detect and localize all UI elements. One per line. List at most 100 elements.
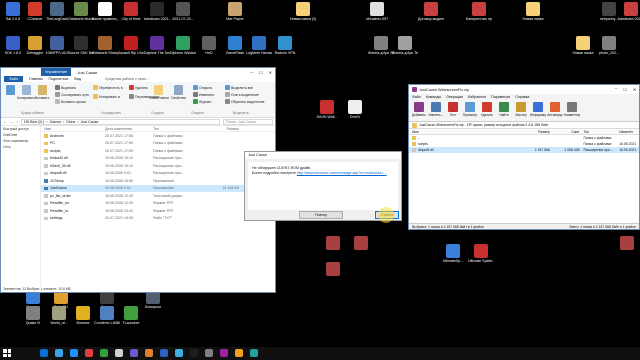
col-name[interactable]: Имя xyxy=(41,127,105,131)
desktop-icon-top-6[interactable]: bandicam 2021-06-... xyxy=(144,2,170,21)
desktop-icon-misc-rar2[interactable] xyxy=(348,236,374,251)
desktop-icon-top-11[interactable]: Договор выделенн... xyxy=(418,2,444,21)
maximize-icon[interactable]: ☐ xyxy=(259,70,263,75)
desktop-icon-top-12[interactable]: Банкротство правила... xyxy=(466,2,492,21)
wcol-type[interactable]: Тип xyxy=(580,130,620,134)
desktop-icon-second-8[interactable]: HeD xyxy=(196,36,222,55)
search-input[interactable]: Поиск: Just Cause xyxy=(223,118,273,125)
start-button[interactable] xyxy=(3,349,11,357)
file-row[interactable]: scripts 25.07.2021 17:59 Папка с файлами xyxy=(41,147,275,155)
col-size[interactable]: Размер xyxy=(209,127,239,131)
desktop-icon-second-9[interactable]: GameFlash xyxy=(222,36,248,55)
desktop-icon-bottom-8[interactable]: TLauncher xyxy=(118,306,144,325)
winrar-menu-item-1[interactable]: Команды xyxy=(426,95,441,99)
winrar-tool-3[interactable]: Просмотр xyxy=(462,100,478,121)
copy-to-button[interactable]: Копировать в xyxy=(93,94,120,99)
desktop-icon-misc-0[interactable]: DrivSr.Widi... xyxy=(314,100,340,119)
maximize-icon[interactable]: ☐ xyxy=(623,87,626,92)
taskbar-app-icon-13[interactable] xyxy=(235,349,243,357)
winrar-tool-0[interactable]: Добавить xyxy=(411,100,427,121)
desktop-icon-second-13[interactable]: Жанна д'Арк Team of... xyxy=(392,36,418,55)
close-icon[interactable]: ✕ xyxy=(633,87,636,92)
new-folder-button[interactable]: Новая папка xyxy=(149,85,169,100)
desktop-icon-top-3[interactable]: Oddworld Munch's... xyxy=(68,2,94,21)
winrar-tool-9[interactable]: Комментарий xyxy=(564,100,580,121)
desktop-icon-second-3[interactable]: Source SDK Base 2007 xyxy=(68,36,94,55)
copy-button[interactable]: Копировать xyxy=(17,85,35,100)
taskbar-app-icon-9[interactable] xyxy=(175,349,183,357)
col-type[interactable]: Тип xyxy=(153,127,209,131)
taskbar-app-icon-12[interactable] xyxy=(220,349,228,357)
winrar-menu-item-0[interactable]: Файл xyxy=(412,95,421,99)
pin-button[interactable] xyxy=(4,85,16,95)
cut-button[interactable]: Вырезать xyxy=(55,85,76,90)
file-row[interactable]: dinput8.dll 16.06.2006 9:01 Расширение при… xyxy=(41,170,275,178)
desktop-icon-second-2[interactable]: 1080FPS v5.0 xyxy=(44,36,70,55)
paste-button[interactable]: Вставить xyxy=(35,85,49,100)
up-icon[interactable]: ↑ xyxy=(16,120,18,124)
desktop-icon-second-14[interactable]: Новая папка xyxy=(570,36,596,55)
move-to-button[interactable]: Переместить в xyxy=(93,85,123,90)
dialog-link[interactable]: http://www.securom.com/message.asp?m=nod… xyxy=(297,171,387,175)
file-row[interactable]: d3dx9_30.dll 15.06.2006 19:10 Расширение п… xyxy=(41,162,275,170)
winrar-tool-4[interactable]: Удалить xyxy=(479,100,495,121)
minimize-icon[interactable]: ─ xyxy=(250,70,253,75)
winrar-tool-8[interactable]: Антивирус xyxy=(547,100,563,121)
back-icon[interactable]: ← xyxy=(3,120,7,124)
file-row[interactable]: settings 24.07.2021 19:05 Файл "TXT" xyxy=(41,215,275,223)
winrar-tool-6[interactable]: Мастер xyxy=(513,100,529,121)
desktop-icon-top-5[interactable]: City of Heat xyxy=(118,2,144,21)
minimize-icon[interactable]: ─ xyxy=(615,87,618,92)
desktop-icon-misc-rar3[interactable] xyxy=(320,262,346,277)
taskbar-app-icon-6[interactable] xyxy=(130,349,138,357)
file-row[interactable]: pc_file_order 16.06.2006 12:25 Текстовый д… xyxy=(41,192,275,200)
desktop-icon-top-7[interactable]: 2021-07-24... xyxy=(170,2,196,21)
desktop-icon-second-5[interactable]: Assault Rip Uncon... xyxy=(118,36,144,55)
taskbar-app-icon-10[interactable] xyxy=(190,349,198,357)
file-row[interactable]: PC 25.07.2021 17:59 Папка с файлами xyxy=(41,140,275,148)
taskbar-app-icon-2[interactable] xyxy=(70,349,78,357)
desktop-icon-second-11[interactable]: Radmin VPN xyxy=(272,36,298,55)
taskbar-app-icon-3[interactable] xyxy=(85,349,93,357)
taskbar-app-icon-14[interactable] xyxy=(250,349,258,357)
winrar-tool-2[interactable]: Тест xyxy=(445,100,461,121)
winrar-tool-1[interactable]: Извлечь... xyxy=(428,100,444,121)
history-button[interactable]: Журнал xyxy=(193,99,211,104)
properties-button[interactable]: Свойства xyxy=(171,85,186,100)
paste-shortcut-button[interactable]: Вставить ярлык xyxy=(55,99,86,104)
desktop-icon-misc-rar4[interactable] xyxy=(614,236,640,251)
winrar-menu-item-3[interactable]: Избранное xyxy=(468,95,486,99)
taskbar-app-icon-5[interactable] xyxy=(115,349,123,357)
winrar-tool-5[interactable]: Найти xyxy=(496,100,512,121)
retry-button[interactable]: Повтор xyxy=(299,211,343,219)
file-row[interactable]: Readfile_ru 16.06.2006 13:44 Формат RTF xyxy=(41,207,275,215)
edit-button[interactable]: Изменить xyxy=(193,92,214,97)
desktop-icon-misc-2[interactable]: UltimateSp... xyxy=(440,244,466,263)
taskbar-app-icon-0[interactable] xyxy=(40,349,48,357)
tab-view[interactable]: Вид xyxy=(74,77,81,81)
delete-button[interactable]: Удалить xyxy=(129,85,148,90)
wcol-packed[interactable]: Сжат xyxy=(550,130,579,134)
desktop-icon-top-4[interactable]: Какие правило д... xyxy=(92,2,118,21)
file-row[interactable]: JCSetup 15.06.2006 18:56 Приложение xyxy=(41,177,275,185)
taskbar-app-icon-11[interactable] xyxy=(205,349,213,357)
desktop-icon-bottom-5[interactable]: World_of... xyxy=(46,306,72,325)
file-row[interactable]: binkw32.dll 15.06.2006 19:10 Расширение пр… xyxy=(41,155,275,163)
desktop-icon-second-7[interactable]: Diplomo Windows... xyxy=(170,36,196,55)
wcol-size[interactable]: Размер xyxy=(518,130,550,134)
tab-share[interactable]: Поделиться xyxy=(49,77,69,81)
invert-selection-button[interactable]: Обратить выделение xyxy=(225,99,265,104)
col-date[interactable]: Дата изменения xyxy=(105,127,153,131)
desktop-icon-top-15[interactable]: bandicam 2021-06-04... xyxy=(618,2,640,21)
forward-icon[interactable]: → xyxy=(10,120,14,124)
copy-path-button[interactable]: Скопировать путь xyxy=(55,92,89,97)
tab-home[interactable]: Главная xyxy=(29,77,43,81)
desktop-icon-misc-3[interactable]: Ultimate Spider-Man xyxy=(468,244,494,263)
archive-row[interactable]: dinput8.dll 2 157 568 1 058 008 Расширение … xyxy=(409,147,639,153)
desktop-icon-top-13[interactable]: Новая папка xyxy=(520,2,546,21)
taskbar-app-icon-1[interactable] xyxy=(55,349,63,357)
app-tools-tab[interactable]: Управление xyxy=(41,68,72,76)
taskbar-app-icon-4[interactable] xyxy=(100,349,108,357)
file-row[interactable]: Readfile_en 16.06.2006 12:25 Формат RTF xyxy=(41,200,275,208)
open-button[interactable]: Открыть xyxy=(193,85,212,90)
